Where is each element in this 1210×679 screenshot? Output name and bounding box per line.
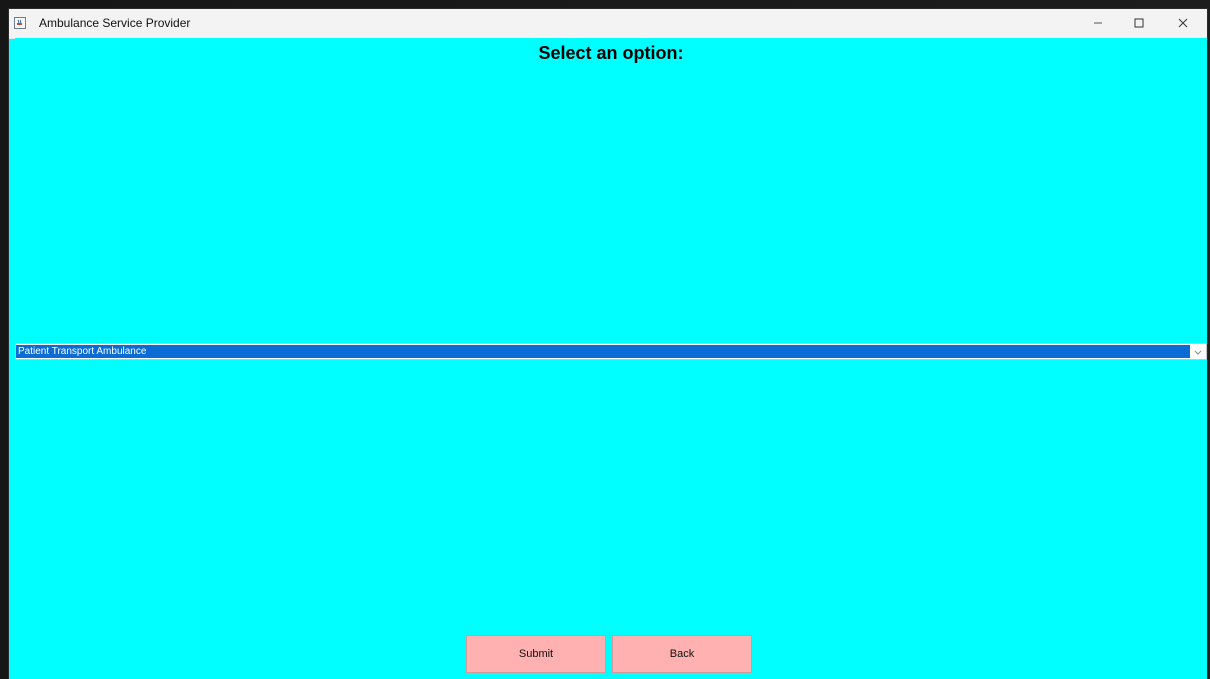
back-button[interactable]: Back: [612, 635, 752, 673]
close-icon: [1178, 15, 1188, 33]
window-title: Ambulance Service Provider: [39, 16, 191, 30]
java-cup-icon: [14, 17, 26, 29]
maximize-icon: [1134, 15, 1144, 33]
ambulance-type-dropdown[interactable]: Patient Transport Ambulance: [15, 343, 1207, 360]
main-panel: Select an option: Patient Transport Ambu…: [15, 38, 1207, 679]
desktop-background: Ambulance Service Provider Select an opt…: [0, 0, 1210, 679]
dropdown-selected-value[interactable]: Patient Transport Ambulance: [16, 345, 1190, 358]
title-bar[interactable]: Ambulance Service Provider: [9, 9, 1207, 39]
close-button[interactable]: [1160, 9, 1205, 38]
minimize-button[interactable]: [1075, 9, 1120, 38]
page-title: Select an option:: [538, 43, 684, 63]
submit-button[interactable]: Submit: [466, 635, 606, 673]
maximize-button[interactable]: [1116, 9, 1161, 38]
chevron-down-icon: [1194, 343, 1202, 361]
app-window: Ambulance Service Provider Select an opt…: [9, 9, 1207, 679]
dropdown-toggle[interactable]: [1190, 344, 1206, 359]
minimize-icon: [1093, 15, 1103, 33]
